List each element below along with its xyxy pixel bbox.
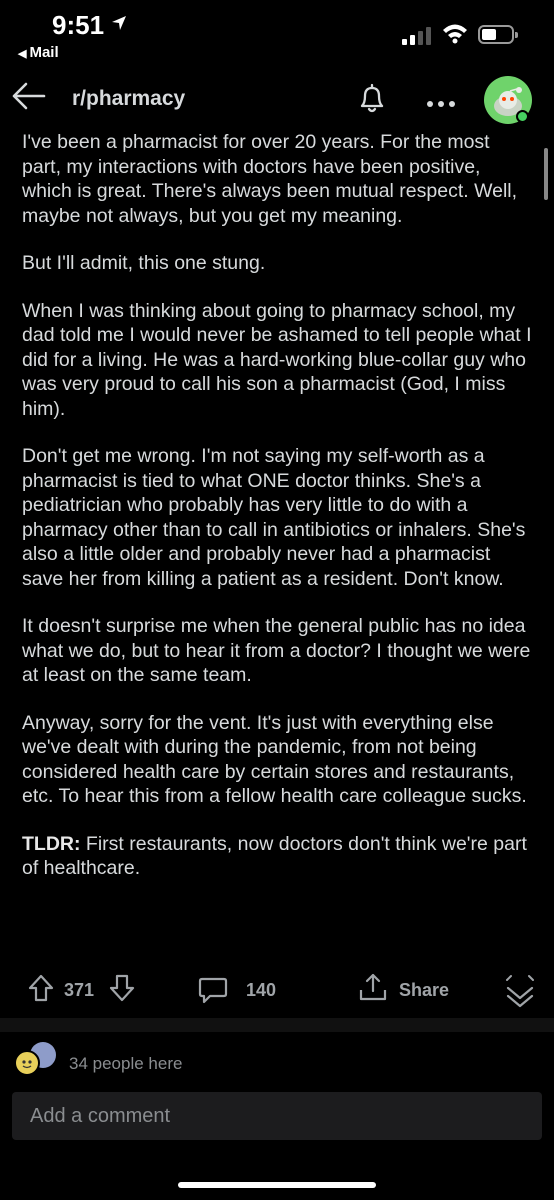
post-paragraph: Don't get me wrong. I'm not saying my se… <box>22 445 526 590</box>
upvote-icon[interactable] <box>28 974 54 1002</box>
back-arrow-icon[interactable] <box>10 80 46 117</box>
presence-text: 34 people here <box>69 1054 183 1073</box>
vote-score: 371 <box>64 980 95 1000</box>
share-icon[interactable] <box>358 972 388 1002</box>
comment-count[interactable]: 140 <box>246 980 276 1001</box>
wifi-icon <box>442 22 468 49</box>
status-bar: 9:51 ◀ Mail <box>0 0 554 66</box>
subreddit-name[interactable]: r/pharmacy <box>72 87 185 111</box>
battery-icon <box>478 25 518 44</box>
scrollbar[interactable] <box>544 148 548 200</box>
post-body: I've been a pharmacist for over 20 years… <box>22 130 534 904</box>
presence-avatar <box>14 1050 40 1076</box>
comment-input[interactable] <box>12 1092 542 1140</box>
comment-icon[interactable] <box>198 976 228 1004</box>
online-status-dot <box>516 110 529 123</box>
tldr-label: TLDR: <box>22 832 81 855</box>
tldr-paragraph: TLDR: First restaurants, now doctors don… <box>22 832 534 881</box>
share-button[interactable]: Share <box>399 980 449 1001</box>
section-divider <box>0 1018 554 1032</box>
post-paragraph: It doesn't surprise me when the general … <box>22 615 531 686</box>
bell-icon[interactable] <box>354 80 390 121</box>
post-action-bar: 371 140 Share <box>0 964 554 1014</box>
signal-icon <box>402 25 432 45</box>
status-time: 9:51 <box>52 10 105 40</box>
location-arrow-icon <box>111 15 127 36</box>
comment-input-container[interactable] <box>12 1092 542 1140</box>
collapse-thread-icon[interactable] <box>504 970 536 1010</box>
back-to-mail-link[interactable]: ◀ Mail <box>18 44 59 61</box>
post-paragraph: Anyway, sorry for the vent. It's just wi… <box>22 711 527 808</box>
downvote-icon[interactable] <box>109 974 135 1002</box>
post-paragraph: When I was thinking about going to pharm… <box>22 299 532 420</box>
post-paragraph: But I'll admit, this one stung. <box>22 252 266 274</box>
more-options-icon[interactable] <box>426 95 456 113</box>
post-paragraph: I've been a pharmacist for over 20 years… <box>22 131 518 227</box>
home-indicator[interactable] <box>178 1182 376 1188</box>
back-triangle-icon: ◀ <box>18 48 27 60</box>
subreddit-header: r/pharmacy <box>0 66 554 130</box>
back-app-label: Mail <box>29 44 59 61</box>
tldr-text: First restaurants, now doctors don't thi… <box>22 832 527 880</box>
